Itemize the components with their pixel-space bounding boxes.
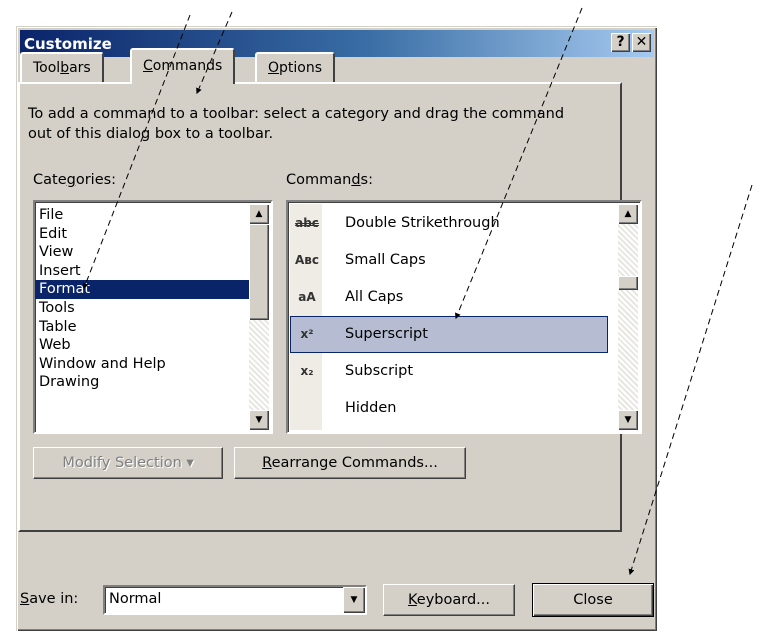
category-item[interactable]: View [35, 243, 249, 262]
save-in-value: Normal [109, 591, 162, 607]
hidden-icon [292, 390, 322, 427]
close-window-button[interactable]: ✕ [632, 33, 651, 52]
rearrange-commands-button[interactable]: Rearrange Commands... [234, 447, 466, 479]
command-label: Hidden [345, 400, 397, 416]
categories-scrollbar[interactable]: ▲ ▼ [249, 204, 269, 430]
command-item[interactable]: x² Superscript [290, 316, 608, 353]
keyboard-button[interactable]: Keyboard... [383, 584, 515, 616]
save-in-label: Save in: [20, 591, 79, 607]
scroll-up-icon[interactable]: ▲ [618, 204, 638, 224]
commands-label: Commands: [286, 172, 373, 188]
scroll-down-icon[interactable]: ▼ [249, 410, 269, 430]
category-item[interactable]: File [35, 206, 249, 225]
superscript-icon: x² [300, 327, 314, 341]
help-button[interactable]: ? [611, 33, 630, 52]
command-item[interactable]: x₂ Subscript [290, 353, 608, 390]
close-button[interactable]: Close [532, 583, 654, 617]
dialog-title: Customize [24, 35, 112, 53]
tab-commands[interactable]: Commands [130, 48, 236, 84]
small-caps-icon: Aʙᴄ [295, 253, 319, 267]
category-item[interactable]: Drawing [35, 373, 249, 392]
modify-selection-button[interactable]: Modify Selection ▾ [33, 447, 223, 479]
double-strikethrough-icon: abc [295, 216, 319, 230]
subscript-icon: x₂ [300, 364, 314, 378]
command-label: Subscript [345, 363, 414, 379]
scroll-thumb[interactable] [618, 276, 638, 290]
instructions-text: To add a command to a toolbar: select a … [28, 106, 565, 142]
category-item[interactable]: Tools [35, 299, 249, 318]
title-bar[interactable]: Customize ? ✕ [20, 30, 654, 57]
command-item[interactable]: abc Double Strikethrough [290, 205, 608, 242]
command-item[interactable]: Aʙᴄ Small Caps [290, 242, 608, 279]
commands-scrollbar[interactable]: ▲ ▼ [618, 204, 638, 430]
command-label: Superscript [345, 326, 428, 342]
category-item[interactable]: Insert [35, 262, 249, 281]
scroll-thumb[interactable] [249, 224, 269, 320]
all-caps-icon: aA [298, 290, 316, 304]
category-item[interactable]: Window and Help [35, 355, 249, 374]
tab-options[interactable]: Options [255, 52, 336, 82]
scroll-down-icon[interactable]: ▼ [618, 410, 638, 430]
command-label: Double Strikethrough [345, 215, 500, 231]
save-in-select[interactable]: Normal ▼ [103, 585, 367, 615]
category-item[interactable]: Web [35, 336, 249, 355]
scroll-up-icon[interactable]: ▲ [249, 204, 269, 224]
command-label: All Caps [345, 289, 404, 305]
command-label: Small Caps [345, 252, 426, 268]
commands-list[interactable]: abc Double Strikethrough Aʙᴄ Small Caps aA Al… [286, 200, 642, 434]
category-item[interactable]: Edit [35, 225, 249, 244]
command-item[interactable]: aA All Caps [290, 279, 608, 316]
command-item[interactable]: Hidden [290, 390, 608, 427]
tab-toolbars[interactable]: Toolbars [20, 52, 104, 82]
categories-list[interactable]: File Edit View Insert Format Tools Table Web Win… [33, 200, 273, 434]
chevron-down-icon[interactable]: ▼ [343, 587, 365, 613]
category-item[interactable]: Format [35, 280, 249, 299]
category-item[interactable]: Table [35, 318, 249, 337]
categories-label: Categories: [33, 172, 117, 188]
